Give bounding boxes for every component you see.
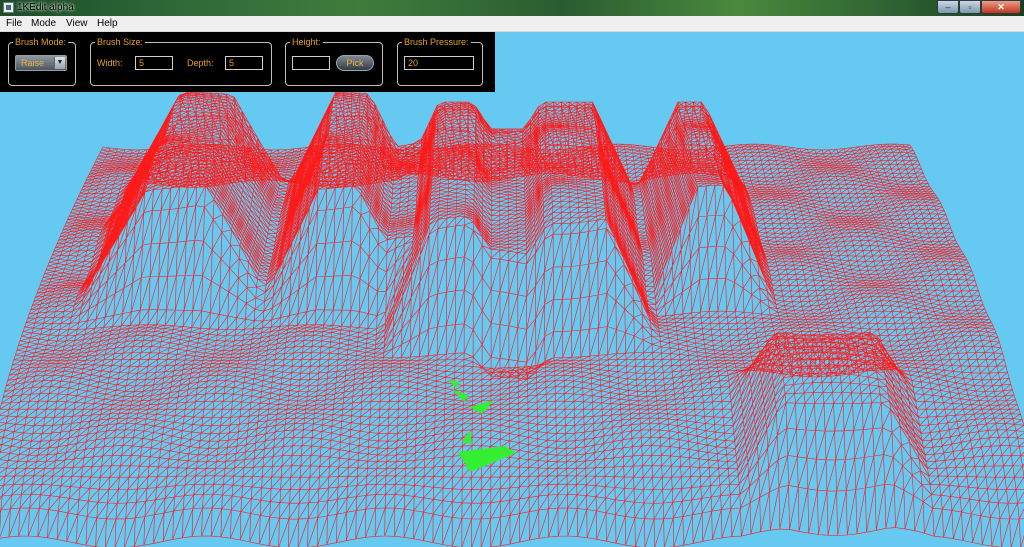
close-button[interactable]: ✕ [981,0,1021,14]
window-title: 1KEdit alpha [17,2,74,13]
brush-mode-label: Brush Mode: [13,36,69,48]
app-window-icon[interactable] [3,2,14,13]
brush-toolbar: Brush Mode: Raise ▼ Brush Size: Width: 5… [0,32,495,92]
height-label: Height: [290,36,323,48]
menu-help[interactable]: Help [97,17,118,30]
depth-label: Depth: [187,58,214,68]
brush-pressure-group: Brush Pressure: 20 [397,36,483,86]
height-input[interactable] [292,56,330,70]
title-bar: 1KEdit alpha – ▫ ✕ [0,0,1024,16]
brush-selection-patch [448,380,460,388]
pick-height-button[interactable]: Pick [336,55,374,71]
brush-width-input[interactable]: 5 [135,56,173,70]
brush-mode-value: Raise [21,58,45,68]
terrain-viewport[interactable] [0,32,1024,547]
maximize-button[interactable]: ▫ [959,0,981,14]
brush-depth-input[interactable]: 5 [225,56,263,70]
brush-pressure-input[interactable]: 20 [404,56,474,70]
chevron-down-icon[interactable]: ▼ [54,57,65,69]
brush-pressure-label: Brush Pressure: [402,36,471,48]
brush-selection-patch [458,446,516,472]
brush-size-group: Brush Size: Width: 5 Depth: 5 [90,36,272,86]
width-label: Width: [97,58,123,68]
menu-file[interactable]: File [6,17,22,30]
terrain-wireframe[interactable] [0,32,1024,547]
height-group: Height: Pick [285,36,383,86]
minimize-button[interactable]: – [937,0,959,14]
brush-mode-select[interactable]: Raise ▼ [15,55,67,71]
menu-view[interactable]: View [66,17,88,30]
menu-mode[interactable]: Mode [31,17,56,30]
window-controls: – ▫ ✕ [937,0,1021,15]
brush-size-label: Brush Size: [95,36,146,48]
brush-mode-group: Brush Mode: Raise ▼ [8,36,76,86]
terrain-mesh [0,91,1024,547]
menu-bar: File Mode View Help [0,16,1024,32]
